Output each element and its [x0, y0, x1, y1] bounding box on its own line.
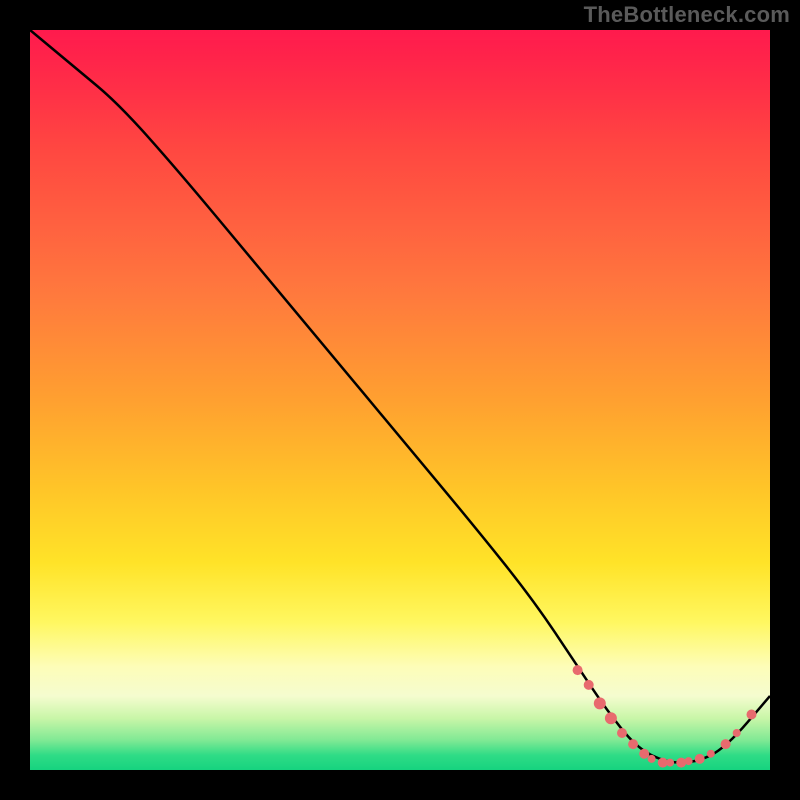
- data-marker: [639, 749, 649, 759]
- data-marker: [573, 665, 583, 675]
- data-marker: [695, 754, 705, 764]
- marker-layer: [573, 665, 757, 768]
- data-marker: [666, 759, 674, 767]
- data-marker: [648, 755, 656, 763]
- data-marker: [747, 710, 757, 720]
- chart-frame: TheBottleneck.com: [0, 0, 800, 800]
- data-marker: [617, 728, 627, 738]
- bottleneck-curve: [30, 30, 770, 763]
- data-marker: [733, 729, 741, 737]
- data-marker: [594, 697, 606, 709]
- data-marker: [605, 712, 617, 724]
- data-marker: [584, 680, 594, 690]
- plot-area: [30, 30, 770, 770]
- data-marker: [721, 739, 731, 749]
- data-marker: [707, 750, 715, 758]
- curve-layer: [30, 30, 770, 763]
- data-marker: [685, 757, 693, 765]
- curve-svg: [30, 30, 770, 770]
- watermark-text: TheBottleneck.com: [584, 2, 790, 28]
- data-marker: [676, 758, 686, 768]
- data-marker: [628, 739, 638, 749]
